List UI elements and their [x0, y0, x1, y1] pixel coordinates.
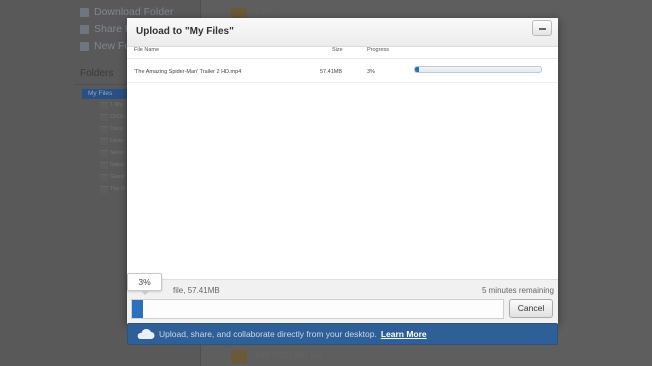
desktop-app-banner: Upload, share, and collaborate directly … — [127, 323, 558, 345]
progress-tooltip: 3% — [127, 273, 162, 291]
archive-file-icon — [231, 350, 247, 364]
file-progress-text: 3% — [367, 69, 375, 75]
download-folder-action[interactable]: Download Folder — [80, 6, 173, 18]
time-remaining: 5 minutes remaining — [481, 286, 554, 295]
file-progress-bar — [414, 66, 542, 73]
tree-item[interactable]: Guest — [100, 173, 128, 181]
overall-progress-fill — [132, 300, 144, 318]
cancel-button[interactable]: Cancel — [509, 299, 553, 318]
share-icon — [80, 24, 89, 34]
upload-dialog: Upload to "My Files" File Name Size Prog… — [127, 18, 558, 324]
banner-text: Upload, share, and collaborate directly … — [159, 329, 377, 339]
tree-item[interactable]: Docu — [100, 125, 128, 133]
folder-icon — [100, 125, 108, 133]
tree-item[interactable]: CFDs — [100, 113, 128, 121]
folder-icon — [100, 173, 108, 181]
file-progress-fill — [415, 67, 419, 72]
file-size-cell: 57.41MB — [320, 69, 343, 75]
tree-item-label: Guest — [110, 174, 125, 180]
folder-icon — [100, 185, 108, 193]
tree-item-my-files[interactable]: My Files — [82, 89, 127, 99]
minimize-icon — [539, 28, 546, 30]
file-name-cell: 'The Amazing Spider-Man' Trailer 2 HD.mp… — [134, 69, 242, 75]
folder-icon — [100, 113, 108, 121]
tree-item-label: Sensi — [110, 150, 124, 156]
cloud-sync-icon — [136, 328, 156, 340]
header-divider — [127, 58, 558, 59]
folder-icon — [100, 101, 108, 109]
new-folder-icon — [80, 41, 89, 51]
tree-item-label: The N — [110, 186, 125, 192]
minimize-button[interactable] — [532, 20, 552, 36]
folders-heading: Folders — [80, 68, 114, 79]
column-header-progress: Progress — [367, 47, 390, 53]
tree-item-label: 1 Wy — [110, 102, 123, 108]
tree-item-label: CFDs — [110, 114, 125, 120]
download-folder-label: Download Folder — [94, 6, 174, 18]
tree-item[interactable]: Sensi — [100, 149, 128, 157]
download-icon — [80, 7, 89, 17]
dialog-header: Upload to "My Files" — [127, 18, 558, 47]
tree-item-label: Docu — [110, 126, 123, 132]
tree-item[interactable]: Favor — [100, 137, 128, 145]
folder-icon — [100, 149, 108, 157]
dialog-footer: file, 57.41MB 5 minutes remaining Cancel — [127, 279, 558, 324]
dialog-title: Upload to "My Files" — [136, 26, 234, 37]
learn-more-link[interactable]: Learn More — [381, 329, 427, 339]
folder-icon — [100, 161, 108, 169]
tree-item[interactable]: Natur — [100, 161, 128, 169]
file-title[interactable]: 2v2 VOD sfg.rar — [255, 350, 323, 360]
tree-item-label: Natur — [110, 162, 124, 168]
folder-icon — [100, 137, 108, 145]
row-divider — [127, 82, 558, 83]
upload-summary: file, 57.41MB — [173, 286, 220, 295]
overall-progress-bar — [131, 299, 504, 319]
tooltip-arrow — [140, 290, 150, 295]
tree-item-label: Favor — [110, 138, 125, 144]
tree-item[interactable]: The N — [100, 185, 128, 193]
column-header-file-name: File Name — [134, 47, 160, 53]
column-header-size: Size — [332, 47, 343, 53]
tree-item[interactable]: 1 Wy — [100, 101, 128, 109]
